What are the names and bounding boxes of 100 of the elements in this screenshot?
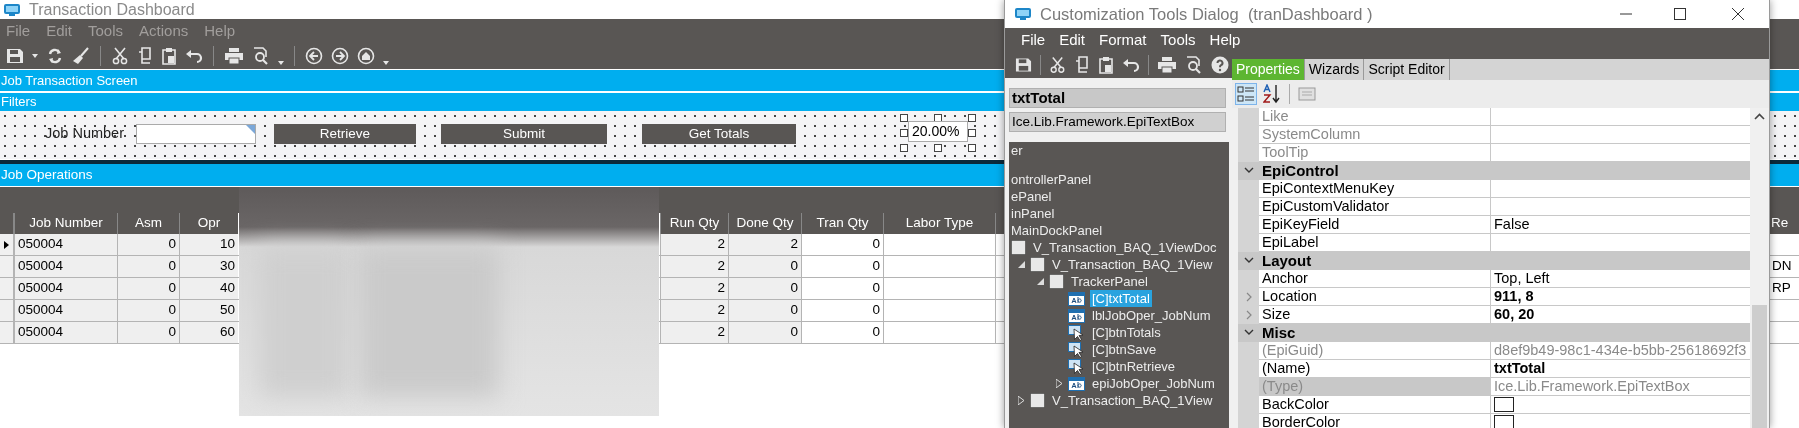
submit-button[interactable]: Submit xyxy=(441,124,607,144)
column-header[interactable]: Run Qty xyxy=(660,213,728,234)
close-icon[interactable] xyxy=(1731,7,1745,21)
category-header[interactable]: Layout xyxy=(1259,252,1312,269)
table-cell: 40 xyxy=(179,278,238,299)
print-icon[interactable] xyxy=(1157,56,1177,74)
menu-item[interactable]: Format xyxy=(1099,28,1147,52)
tree-item[interactable]: ePanel xyxy=(1009,188,1054,205)
pointer-icon xyxy=(1068,358,1085,375)
collapsed-icon[interactable] xyxy=(1056,379,1062,388)
chevron-down-icon[interactable] xyxy=(1243,167,1254,174)
print-icon[interactable] xyxy=(224,47,244,65)
help-icon[interactable] xyxy=(1211,56,1229,74)
column-header[interactable]: Done Qty xyxy=(728,213,801,234)
caret-icon[interactable] xyxy=(278,61,284,65)
caret-icon[interactable] xyxy=(32,54,38,58)
property-name[interactable]: Anchor xyxy=(1259,270,1490,288)
tree-item[interactable]: [C]btnRetrieve xyxy=(1090,358,1178,375)
forward-icon[interactable] xyxy=(331,47,349,65)
print-preview-icon[interactable] xyxy=(1185,56,1203,74)
column-header[interactable]: Labor Type xyxy=(883,213,995,234)
property-name[interactable]: (Name) xyxy=(1259,360,1490,378)
tree-item[interactable]: inPanel xyxy=(1009,205,1057,222)
chevron-down-icon[interactable] xyxy=(1243,329,1254,336)
property-name[interactable]: Location xyxy=(1259,288,1490,306)
menu-item[interactable]: File xyxy=(1021,28,1046,52)
color-swatch[interactable] xyxy=(1494,415,1514,428)
category-header[interactable]: EpiControl xyxy=(1259,162,1339,179)
table-cell: 0 xyxy=(801,234,883,255)
expanded-icon[interactable] xyxy=(1018,261,1025,268)
property-name[interactable]: SystemColumn xyxy=(1259,126,1490,144)
table-cell: 050004 xyxy=(14,234,117,255)
undo-icon[interactable] xyxy=(1122,57,1140,73)
undo-icon[interactable] xyxy=(185,48,203,64)
categorized-icon[interactable] xyxy=(1235,83,1257,105)
total-field[interactable]: 20.00% xyxy=(908,121,968,142)
property-value[interactable]: 911, 8 xyxy=(1490,288,1751,306)
tree-item[interactable]: V_Transaction_BAQ_1View xyxy=(1050,256,1215,273)
menu-item[interactable]: Tools xyxy=(1160,28,1196,52)
column-header[interactable]: Re xyxy=(1768,213,1799,234)
print-preview-icon[interactable] xyxy=(252,47,270,65)
pointer-icon xyxy=(1068,324,1085,341)
back-icon[interactable] xyxy=(305,47,323,65)
broom-icon[interactable] xyxy=(72,47,90,65)
menu-item[interactable]: Edit xyxy=(1059,28,1086,52)
color-swatch[interactable] xyxy=(1494,397,1514,412)
tree-item[interactable]: epiJobOper_JobNum xyxy=(1090,375,1217,392)
column-header[interactable]: Opr xyxy=(179,213,238,234)
tree-item[interactable]: [C]btnTotals xyxy=(1090,324,1163,341)
cut-icon[interactable] xyxy=(1049,56,1066,74)
paste-icon[interactable] xyxy=(1098,56,1114,74)
property-name[interactable]: Size xyxy=(1259,306,1490,324)
copy-icon[interactable] xyxy=(137,47,153,65)
collapsed-icon[interactable] xyxy=(1018,396,1024,405)
tree-item[interactable]: MainDockPanel xyxy=(1009,222,1105,239)
category-header[interactable]: Misc xyxy=(1259,324,1296,341)
home-icon[interactable] xyxy=(357,47,375,65)
refresh-icon[interactable] xyxy=(46,47,64,65)
row-header[interactable] xyxy=(0,234,14,255)
tree-item[interactable]: V_Transaction_BAQ_1View xyxy=(1050,392,1215,409)
pointer-icon xyxy=(1068,341,1085,358)
property-name[interactable]: BorderColor xyxy=(1259,414,1490,428)
property-name[interactable]: EpiContextMenuKey xyxy=(1259,180,1490,198)
tree-item[interactable]: [C]btnSave xyxy=(1090,341,1159,358)
paste-icon[interactable] xyxy=(161,47,177,65)
tree-item[interactable]: TrackerPanel xyxy=(1069,273,1150,290)
property-name[interactable]: EpiKeyField xyxy=(1259,216,1490,234)
get-totals-button[interactable]: Get Totals xyxy=(642,124,796,144)
tree-item[interactable]: lblJobOper_JobNum xyxy=(1090,307,1213,324)
caret-icon[interactable] xyxy=(383,61,389,65)
property-name[interactable]: EpiLabel xyxy=(1259,234,1490,252)
property-value[interactable]: False xyxy=(1490,216,1751,234)
selection-handles[interactable] xyxy=(900,114,976,152)
input-field[interactable] xyxy=(136,124,256,144)
tree-item[interactable]: V_Transaction_BAQ_1ViewDoc xyxy=(1031,239,1219,256)
copy-icon[interactable] xyxy=(1074,56,1090,74)
property-value[interactable]: txtTotal xyxy=(1490,360,1751,378)
property-name[interactable]: BackColor xyxy=(1259,396,1490,414)
property-value[interactable]: Top, Left xyxy=(1490,270,1751,288)
chevron-down-icon[interactable] xyxy=(1243,257,1254,264)
retrieve-button[interactable]: Retrieve xyxy=(274,124,416,144)
sort-alphabetical-icon[interactable] xyxy=(1263,84,1281,104)
property-value[interactable]: d8ef9b49-98c1-434e-b5bb-25618692f3 xyxy=(1490,342,1751,360)
cut-icon[interactable] xyxy=(111,47,129,65)
table-cell: 0 xyxy=(117,322,179,343)
table-cell: 0 xyxy=(801,256,883,277)
save-icon[interactable] xyxy=(6,48,24,64)
tree-item[interactable]: ontrollerPanel xyxy=(1009,171,1094,188)
property-name[interactable]: EpiCustomValidator xyxy=(1259,198,1490,216)
column-header[interactable]: Job Number xyxy=(14,213,117,234)
maximize-icon[interactable] xyxy=(1673,7,1687,21)
menu-item[interactable]: Help xyxy=(1209,28,1241,52)
tree-item[interactable]: er xyxy=(1009,142,1025,159)
scrollbar[interactable] xyxy=(1750,108,1769,428)
property-value[interactable]: 60, 20 xyxy=(1490,306,1751,324)
table-cell: 0 xyxy=(117,234,179,255)
save-icon[interactable] xyxy=(1015,57,1032,73)
column-header[interactable]: Tran Qty xyxy=(801,213,883,234)
column-header[interactable]: Asm xyxy=(117,213,179,234)
table-cell: 0 xyxy=(728,278,801,299)
